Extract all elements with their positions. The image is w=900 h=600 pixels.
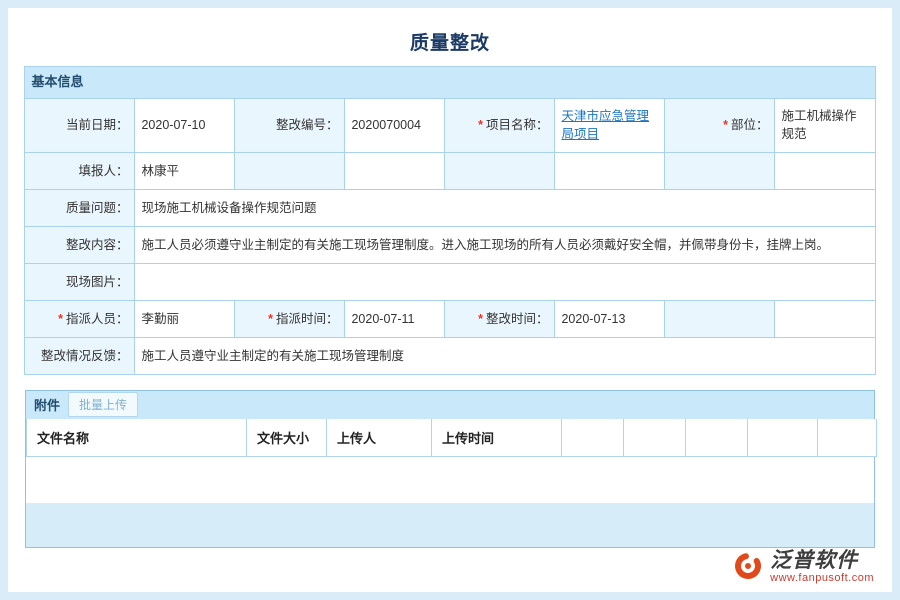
label-assignee-text: 指派人员：	[66, 312, 129, 326]
empty-label-cell	[665, 300, 775, 337]
label-part-text: 部位：	[731, 118, 769, 132]
empty-value-cell	[345, 152, 445, 189]
value-assignee: 李勤丽	[135, 300, 235, 337]
table-row: 当前日期： 2020-07-10 整改编号： 2020070004 *项目名称：…	[25, 98, 875, 152]
empty-label-cell	[235, 152, 345, 189]
attachments-panel: 附件 批量上传 文件名称 文件大小 上传人 上传时间	[25, 390, 875, 549]
required-mark: *	[723, 118, 728, 132]
table-row: 现场图片：	[25, 263, 875, 300]
label-current-date: 当前日期：	[25, 98, 135, 152]
required-mark: *	[58, 312, 63, 326]
empty-label-cell	[665, 152, 775, 189]
value-feedback: 施工人员遵守业主制定的有关施工现场管理制度	[135, 337, 875, 374]
brand-url: www.fanpusoft.com	[770, 572, 874, 584]
brand-name: 泛普软件	[770, 549, 874, 572]
section-header-basic-info: 基本信息	[25, 67, 875, 99]
label-site-photo: 现场图片：	[25, 263, 135, 300]
column-empty	[818, 419, 877, 457]
table-row: *指派人员： 李勤丽 *指派时间： 2020-07-11 *整改时间： 2020…	[25, 300, 875, 337]
column-empty	[562, 419, 624, 457]
label-project-name: *项目名称：	[445, 98, 555, 152]
value-current-date: 2020-07-10	[135, 98, 235, 152]
fanpu-logo-icon	[732, 550, 764, 582]
label-rectify-content: 整改内容：	[25, 226, 135, 263]
brand-logo: 泛普软件 www.fanpusoft.com	[732, 549, 874, 584]
label-project-name-text: 项目名称：	[486, 118, 549, 132]
basic-info-table: 基本信息 当前日期： 2020-07-10 整改编号： 2020070004 *…	[24, 66, 875, 375]
label-rectify-time: *整改时间：	[445, 300, 555, 337]
attachments-header-row: 文件名称 文件大小 上传人 上传时间	[27, 419, 877, 457]
value-rectify-code: 2020070004	[345, 98, 445, 152]
label-assign-time: *指派时间：	[235, 300, 345, 337]
attachments-header: 附件 批量上传	[26, 391, 874, 419]
attachments-footer-strip	[26, 503, 874, 547]
column-empty	[686, 419, 748, 457]
column-empty	[748, 419, 818, 457]
label-part: *部位：	[665, 98, 775, 152]
value-site-photo	[135, 263, 875, 300]
column-empty	[624, 419, 686, 457]
table-row: 填报人： 林康平	[25, 152, 875, 189]
value-assign-time: 2020-07-11	[345, 300, 445, 337]
column-uploader: 上传人	[327, 419, 432, 457]
required-mark: *	[478, 312, 483, 326]
attachments-table: 文件名称 文件大小 上传人 上传时间	[26, 419, 877, 458]
attachments-empty-area	[26, 457, 874, 503]
value-rectify-content: 施工人员必须遵守业主制定的有关施工现场管理制度。进入施工现场的所有人员必须戴好安…	[135, 226, 875, 263]
table-row: 整改情况反馈： 施工人员遵守业主制定的有关施工现场管理制度	[25, 337, 875, 374]
column-file-size: 文件大小	[247, 419, 327, 457]
column-upload-time: 上传时间	[432, 419, 562, 457]
section-header-row: 基本信息	[25, 67, 875, 99]
attachments-title: 附件	[34, 395, 60, 414]
required-mark: *	[478, 118, 483, 132]
value-reporter: 林康平	[135, 152, 235, 189]
empty-value-cell	[775, 152, 875, 189]
required-mark: *	[268, 312, 273, 326]
value-rectify-time: 2020-07-13	[555, 300, 665, 337]
table-row: 质量问题： 现场施工机械设备操作规范问题	[25, 189, 875, 226]
brand-text: 泛普软件 www.fanpusoft.com	[770, 549, 874, 584]
value-part: 施工机械操作规范	[775, 98, 875, 152]
table-row: 整改内容： 施工人员必须遵守业主制定的有关施工现场管理制度。进入施工现场的所有人…	[25, 226, 875, 263]
project-link[interactable]: 天津市应急管理局项目	[561, 109, 649, 141]
label-rectify-code: 整改编号：	[235, 98, 345, 152]
label-reporter: 填报人：	[25, 152, 135, 189]
batch-upload-button[interactable]: 批量上传	[68, 392, 138, 417]
page-title: 质量整改	[8, 8, 892, 66]
label-feedback: 整改情况反馈：	[25, 337, 135, 374]
value-project-name: 天津市应急管理局项目	[555, 98, 665, 152]
empty-value-cell	[775, 300, 875, 337]
content-panel: 质量整改 基本信息 当前日期： 2020-07-10 整改编号： 2020070…	[8, 8, 892, 592]
column-file-name: 文件名称	[27, 419, 247, 457]
empty-label-cell	[445, 152, 555, 189]
label-rectify-time-text: 整改时间：	[486, 312, 549, 326]
label-assignee: *指派人员：	[25, 300, 135, 337]
label-assign-time-text: 指派时间：	[276, 312, 339, 326]
value-quality-issue: 现场施工机械设备操作规范问题	[135, 189, 875, 226]
empty-value-cell	[555, 152, 665, 189]
label-quality-issue: 质量问题：	[25, 189, 135, 226]
